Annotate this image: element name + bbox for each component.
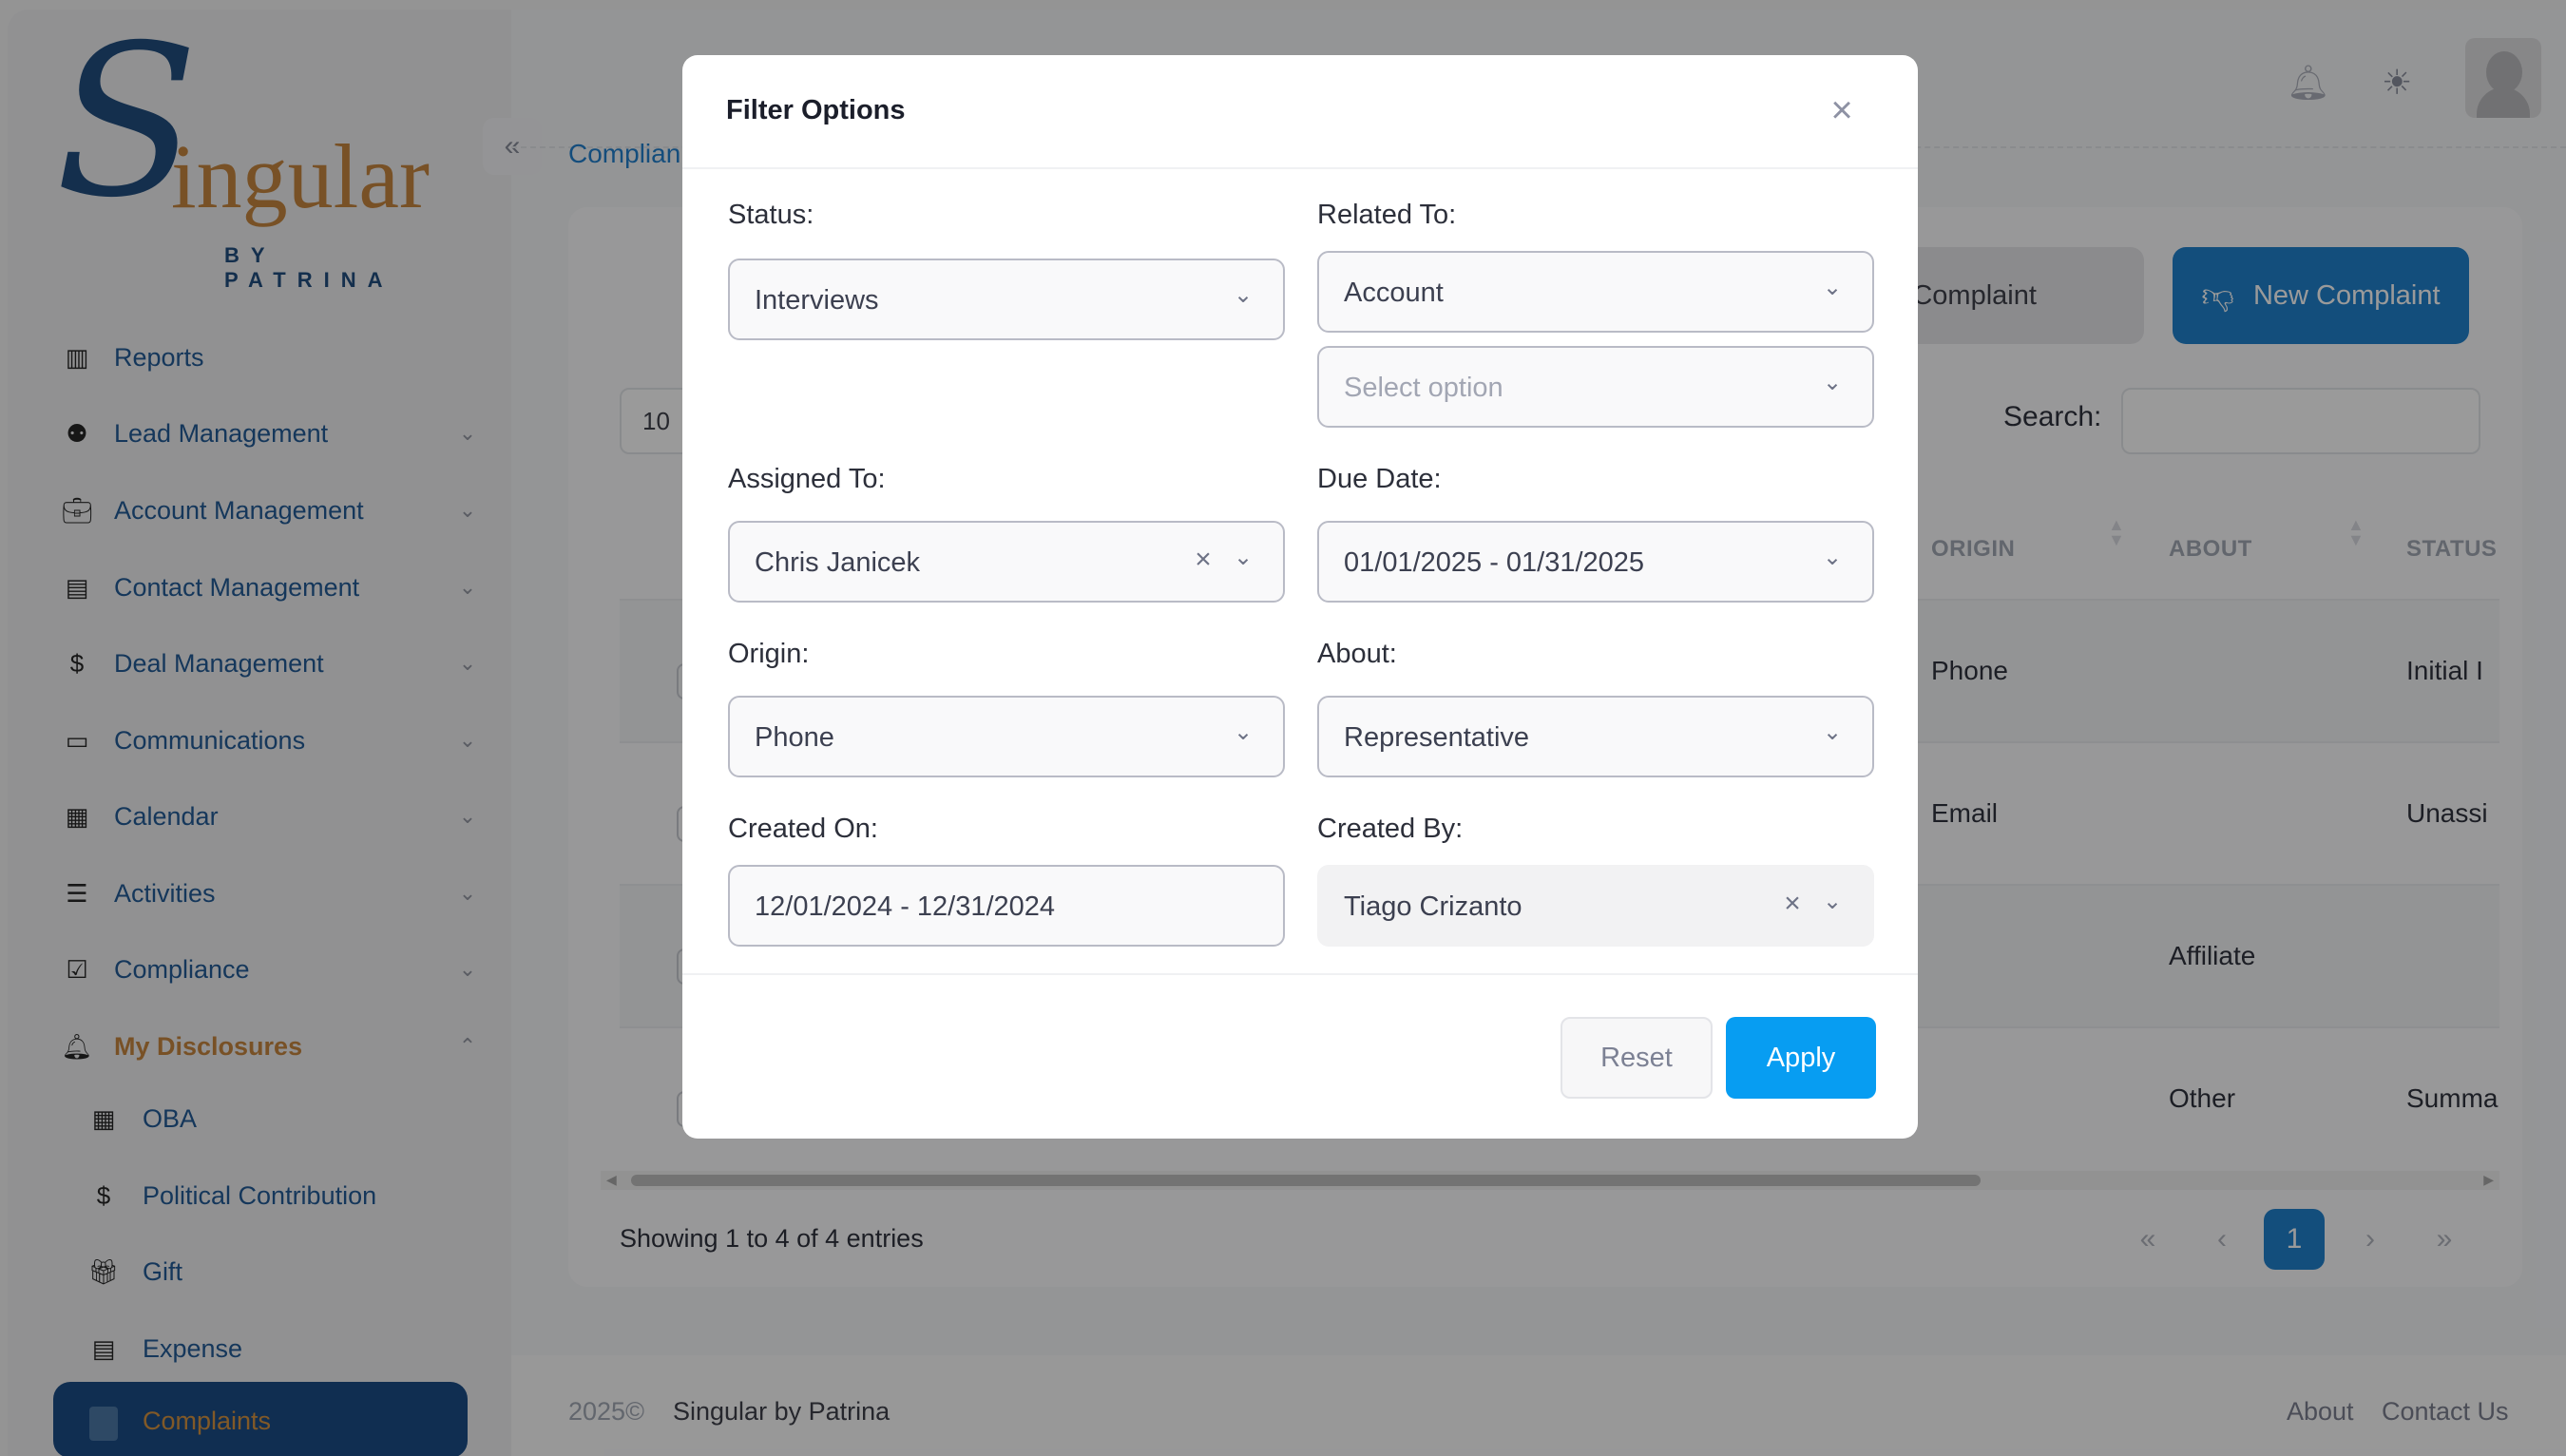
about-select[interactable]: Representative ⌄ <box>1317 696 1874 777</box>
assigned-to-select[interactable]: Chris Janicek × ⌄ <box>728 521 1285 603</box>
created-on-value: 12/01/2024 - 12/31/2024 <box>755 891 1056 922</box>
related-to-select[interactable]: Account ⌄ <box>1317 251 1874 333</box>
about-value: Representative <box>1344 722 1530 753</box>
chevron-down-icon: ⌄ <box>1233 282 1254 308</box>
related-record-select[interactable]: Select option ⌄ <box>1317 346 1874 428</box>
origin-value: Phone <box>755 722 834 753</box>
due-date-value: 01/01/2025 - 01/31/2025 <box>1344 547 1645 578</box>
created-on-label: Created On: <box>728 814 878 844</box>
related-to-value: Account <box>1344 278 1444 308</box>
created-by-label: Created By: <box>1317 814 1464 844</box>
origin-select[interactable]: Phone ⌄ <box>728 696 1285 777</box>
origin-label: Origin: <box>728 639 810 669</box>
modal-title: Filter Options <box>726 95 906 125</box>
created-on-input[interactable]: 12/01/2024 - 12/31/2024 <box>728 865 1285 947</box>
chevron-down-icon: ⌄ <box>1822 889 1843 914</box>
status-value: Interviews <box>755 285 879 316</box>
apply-button[interactable]: Apply <box>1726 1017 1876 1099</box>
chevron-down-icon: ⌄ <box>1822 275 1843 300</box>
modal-footer-divider <box>682 973 1918 975</box>
chevron-down-icon: ⌄ <box>1822 545 1843 570</box>
chevron-down-icon: ⌄ <box>1822 370 1843 395</box>
filter-options-modal: Filter Options × Status: Interviews ⌄ Re… <box>682 55 1918 1139</box>
clear-icon[interactable]: × <box>1779 888 1806 919</box>
created-by-value: Tiago Crizanto <box>1344 891 1522 922</box>
clear-icon[interactable]: × <box>1190 544 1216 575</box>
related-to-label: Related To: <box>1317 200 1457 230</box>
created-by-select[interactable]: Tiago Crizanto × ⌄ <box>1317 865 1874 947</box>
chevron-down-icon: ⌄ <box>1233 545 1254 570</box>
chevron-down-icon: ⌄ <box>1233 719 1254 745</box>
chevron-down-icon: ⌄ <box>1822 719 1843 745</box>
status-label: Status: <box>728 200 814 230</box>
due-date-select[interactable]: 01/01/2025 - 01/31/2025 ⌄ <box>1317 521 1874 603</box>
close-icon[interactable]: × <box>1823 91 1861 129</box>
about-label: About: <box>1317 639 1397 669</box>
status-select[interactable]: Interviews ⌄ <box>728 259 1285 340</box>
related-record-placeholder: Select option <box>1344 373 1503 403</box>
assigned-to-label: Assigned To: <box>728 464 886 494</box>
due-date-label: Due Date: <box>1317 464 1442 494</box>
modal-header: Filter Options × <box>682 55 1918 169</box>
reset-button[interactable]: Reset <box>1561 1017 1713 1099</box>
assigned-to-value: Chris Janicek <box>755 547 921 578</box>
